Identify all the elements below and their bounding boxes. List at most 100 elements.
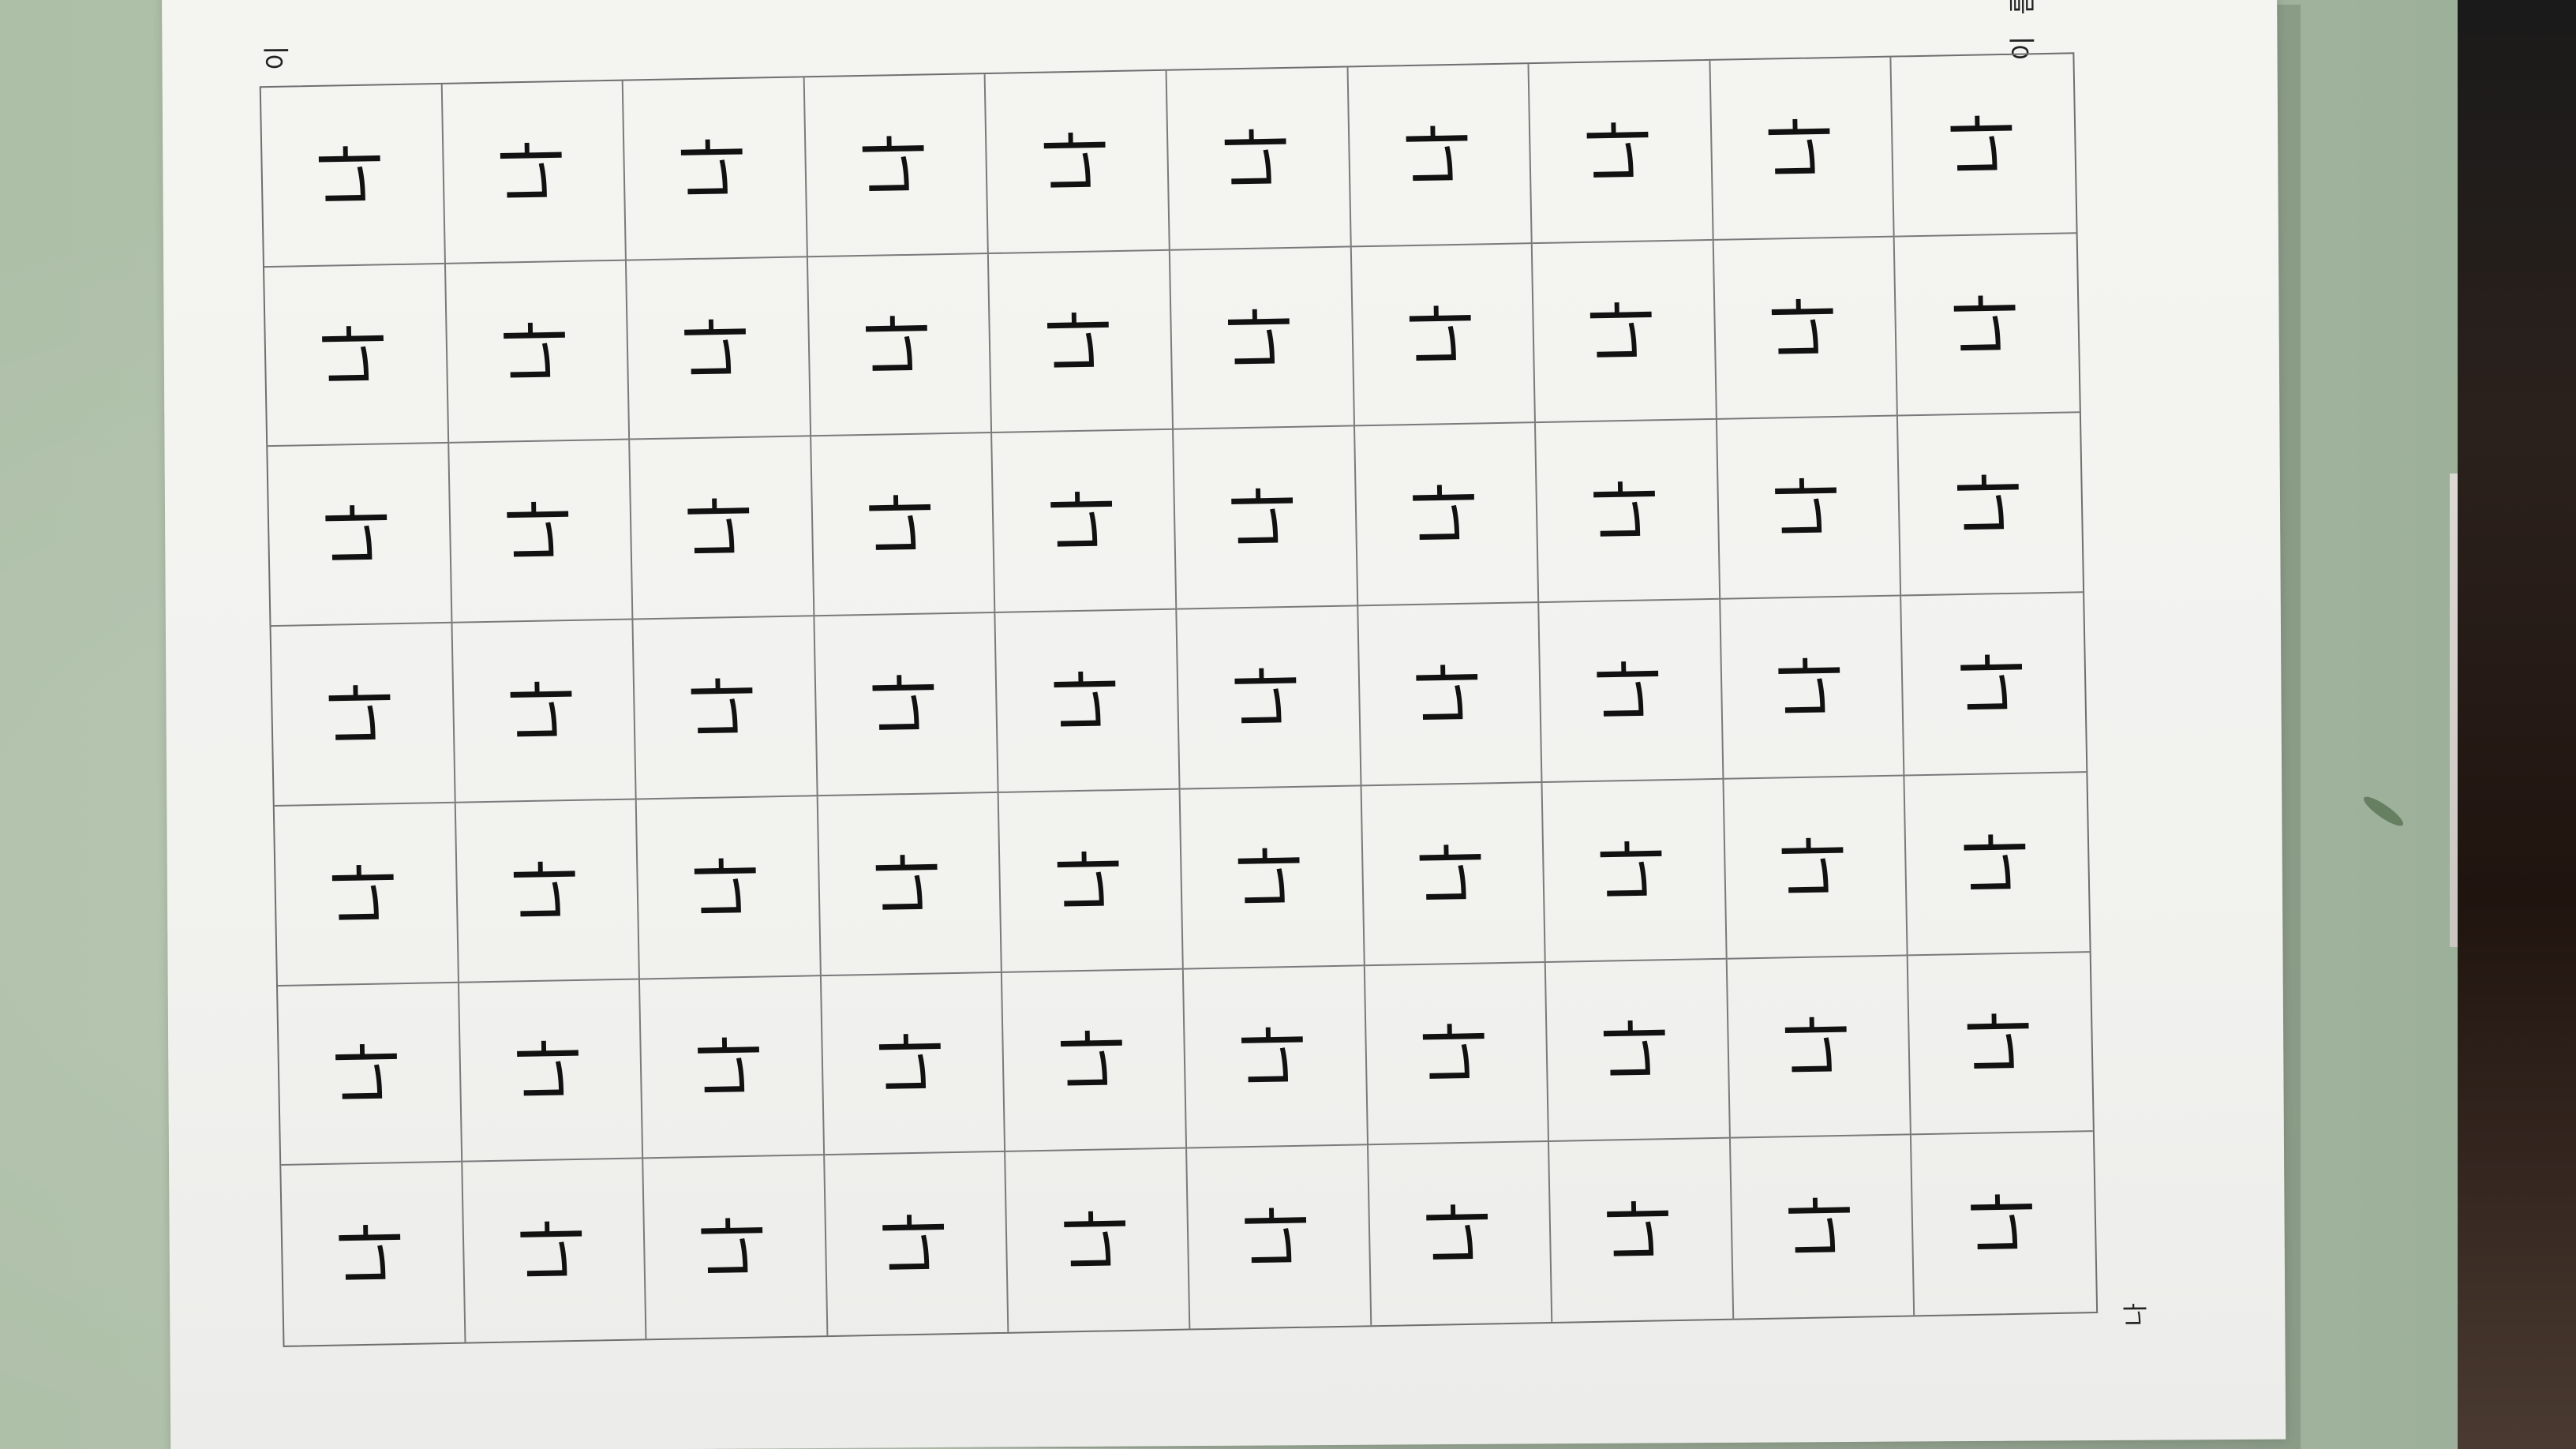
handwritten-glyph: 나 [678, 316, 758, 380]
handwritten-glyph: 나 [684, 675, 766, 739]
handwritten-glyph: 나 [1037, 129, 1118, 194]
handwritten-glyph: 나 [1781, 1195, 1863, 1260]
grid-cell: 나 [1730, 1135, 1915, 1319]
grid-cell: 나 [1357, 603, 1543, 787]
handwritten-glyph: 나 [322, 682, 403, 747]
grid-cell: 나 [1529, 60, 1714, 244]
grid-cell: 나 [1895, 233, 2080, 417]
handwritten-glyph: 나 [316, 323, 396, 388]
handwritten-glyph: 나 [1960, 1011, 2041, 1076]
grid-cell: 나 [1720, 596, 1905, 780]
grid-cell: 나 [1724, 776, 1909, 960]
handwritten-glyph: 나 [1416, 1021, 1496, 1086]
grid-cell: 나 [1536, 420, 1721, 604]
grid-cell: 나 [455, 799, 641, 983]
handwritten-glyph: 나 [1238, 1205, 1319, 1270]
handwritten-glyph: 나 [675, 136, 755, 200]
grid-cell: 나 [636, 796, 822, 979]
grid-cell: 나 [448, 440, 634, 623]
handwritten-glyph: 나 [691, 1035, 772, 1099]
handwritten-glyph: 나 [1050, 848, 1131, 912]
grid-cell: 나 [1166, 67, 1352, 251]
handwritten-glyph: 나 [1040, 309, 1121, 373]
handwritten-glyph: 나 [496, 319, 578, 384]
grid-cell: 나 [260, 84, 446, 268]
handwritten-glyph: 나 [504, 679, 584, 743]
handwritten-glyph: 나 [1956, 831, 2038, 896]
handwritten-glyph: 나 [1597, 1017, 1678, 1082]
grid-cell: 나 [985, 70, 1170, 254]
handwritten-glyph: 나 [1580, 119, 1661, 184]
handwritten-glyph: 나 [1046, 668, 1128, 733]
grid-cell: 나 [630, 436, 815, 620]
handwritten-glyph: 나 [1947, 292, 2027, 357]
handwritten-glyph: 나 [510, 1038, 591, 1103]
grid-cell: 나 [633, 616, 818, 800]
handwritten-glyph: 나 [1775, 834, 1855, 899]
grid-cell: 나 [1361, 782, 1546, 966]
grid-cell: 나 [1727, 955, 1912, 1139]
handwritten-glyph: 나 [688, 855, 769, 919]
grid-cell: 나 [627, 257, 811, 440]
handwritten-glyph: 나 [1218, 125, 1299, 190]
handwritten-glyph: 나 [325, 862, 406, 927]
grid-cell: 나 [1549, 1138, 1735, 1322]
handwritten-glyph: 나 [1399, 122, 1480, 187]
corner-label-top-left: 이 [261, 45, 294, 71]
grid-cell: 나 [1348, 64, 1533, 248]
handwritten-glyph: 나 [859, 313, 940, 377]
handwritten-glyph: 나 [681, 496, 762, 560]
handwritten-glyph: 나 [695, 1215, 776, 1279]
grid-cell: 나 [640, 975, 825, 1159]
handwritten-glyph: 나 [866, 672, 946, 736]
grid-cell: 나 [1351, 243, 1537, 427]
grid-cell: 나 [1717, 416, 1902, 600]
grid-cell: 나 [1532, 240, 1717, 424]
handwritten-glyph: 나 [1057, 1208, 1138, 1273]
handwritten-glyph: 나 [1953, 651, 2035, 716]
grid-cell: 나 [995, 609, 1181, 793]
handwritten-glyph: 나 [1765, 295, 1846, 360]
handwritten-glyph: 나 [1419, 1201, 1500, 1266]
handwritten-glyph: 나 [1410, 661, 1490, 726]
grid-cell: 나 [1904, 773, 2090, 956]
grid-cell: 나 [814, 613, 1000, 797]
handwritten-glyph: 나 [1590, 658, 1672, 723]
handwritten-glyph: 나 [1043, 489, 1125, 553]
grid-cell: 나 [1177, 606, 1362, 790]
handwritten-glyph: 나 [1054, 1028, 1134, 1092]
handwritten-glyph: 나 [1768, 475, 1849, 540]
grid-cell: 나 [1170, 247, 1355, 431]
grid-cell: 나 [1891, 54, 2076, 238]
grid-cell: 나 [999, 789, 1184, 973]
handwritten-glyph: 나 [1772, 655, 1852, 720]
grid-cell: 나 [643, 1155, 829, 1339]
handwritten-glyph: 나 [863, 492, 943, 556]
handwritten-glyph: 나 [1587, 478, 1668, 543]
grid-cell: 나 [1539, 599, 1724, 783]
corner-label-bottom-right: 나 [2120, 1302, 2151, 1327]
handwritten-glyph: 나 [332, 1222, 413, 1286]
grid-cell: 나 [1005, 1148, 1191, 1332]
handwritten-glyph: 나 [493, 140, 574, 204]
grid-cell: 나 [1908, 952, 2093, 1136]
handwritten-glyph: 나 [1231, 844, 1312, 909]
handwritten-glyph: 나 [500, 499, 581, 564]
grid-cell: 나 [445, 260, 631, 444]
grid-cell: 나 [1901, 593, 2087, 777]
grid-cell: 나 [271, 623, 456, 807]
handwritten-glyph: 나 [1593, 838, 1675, 903]
grid-cell: 나 [989, 250, 1174, 434]
handwritten-glyph: 나 [1225, 485, 1305, 550]
grid-cell: 나 [1002, 969, 1188, 1153]
grid-cell: 나 [278, 983, 462, 1166]
handwritten-glyph: 나 [1228, 665, 1309, 729]
grid-cell: 나 [281, 1162, 466, 1346]
handwritten-glyph: 나 [1221, 305, 1302, 370]
grid-cell: 나 [821, 972, 1006, 1156]
handwritten-glyph: 나 [507, 858, 587, 923]
worksheet-paper: 이 이 름 나 나나나나나나나나나나나나나나나나나나나나나나나나나나나나나나나나… [162, 0, 2286, 1449]
handwritten-glyph: 나 [876, 1211, 957, 1276]
handwritten-glyph: 나 [1402, 302, 1483, 367]
handwritten-glyph: 나 [872, 1031, 953, 1095]
